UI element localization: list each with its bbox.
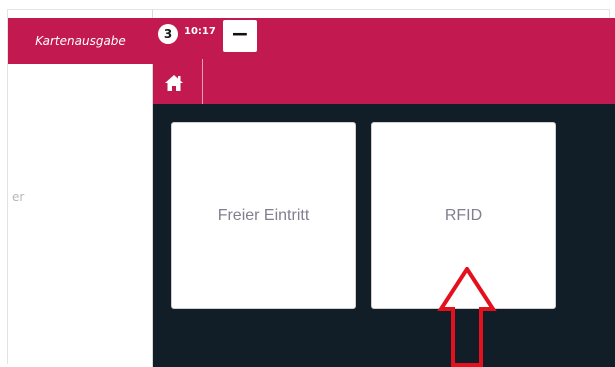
top-bar: 3 10:17 − [153, 18, 615, 104]
left-panel-title: Kartenausgabe [8, 18, 153, 64]
notification-badge[interactable]: 3 [158, 24, 178, 44]
home-separator [202, 59, 203, 104]
left-panel-partial-text: er [12, 190, 25, 204]
red-arrow-annotation [437, 267, 497, 367]
clock-time: 10:17 [184, 26, 216, 37]
tile-freier-eintritt[interactable]: Freier Eintritt [171, 122, 356, 309]
left-panel: Kartenausgabe er [8, 10, 153, 367]
minimize-button[interactable]: − [223, 20, 257, 52]
main-content: Freier Eintritt RFID [153, 104, 615, 367]
home-icon[interactable] [163, 72, 185, 94]
